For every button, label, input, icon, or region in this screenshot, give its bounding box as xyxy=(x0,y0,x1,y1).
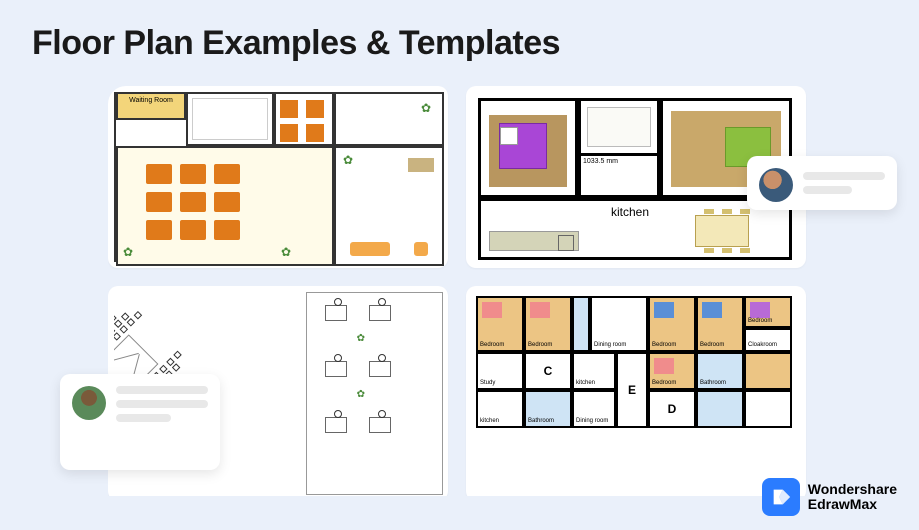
bathroom xyxy=(696,390,744,428)
unit-label: D xyxy=(648,390,696,428)
cloakroom: Cloakroom xyxy=(744,328,792,352)
placeholder-line xyxy=(803,172,885,180)
workstation-plan: ✿ ✿ xyxy=(306,292,444,495)
complex-plan: Bedroom Bedroom Dining room Bedroom Bedr… xyxy=(470,290,802,496)
waiting-room: Waiting Room xyxy=(116,92,186,120)
bedroom: Bedroom xyxy=(648,352,696,390)
room xyxy=(744,390,792,428)
office-hallway xyxy=(334,92,444,146)
kitchen: kitchen xyxy=(572,352,616,390)
plant-icon: ✿ xyxy=(357,389,365,400)
office-open-area xyxy=(116,146,334,266)
page-title: Floor Plan Examples & Templates xyxy=(32,24,560,63)
hallway: 1033.5 mm xyxy=(578,156,660,198)
plant-icon xyxy=(422,104,432,114)
kitchen-counter xyxy=(489,231,579,251)
placeholder-line xyxy=(116,400,208,408)
plant-icon xyxy=(124,248,134,258)
placeholder-line xyxy=(116,414,171,422)
bedroom: Bedroom xyxy=(524,296,572,352)
brand-logo: Wondershare EdrawMax xyxy=(762,478,897,516)
bedroom xyxy=(744,352,792,390)
bedroom: Bedroom xyxy=(648,296,696,352)
kitchen: kitchen xyxy=(476,390,524,428)
office-plan: Waiting Room xyxy=(114,92,442,262)
unit-label: E xyxy=(616,352,648,428)
office-room-cubicles xyxy=(274,92,334,146)
office-room-empty xyxy=(186,92,274,146)
unit-label: C xyxy=(524,352,572,390)
study: Study xyxy=(476,352,524,390)
user-card-bottom xyxy=(60,374,220,470)
plant-icon xyxy=(344,156,354,166)
bedroom: Bedroom xyxy=(696,296,744,352)
kitchen-label: kitchen xyxy=(611,205,649,219)
plant-icon: ✿ xyxy=(357,333,365,344)
brand-text: Wondershare EdrawMax xyxy=(808,482,897,513)
avatar xyxy=(759,168,793,202)
floorplan-complex-card[interactable]: Bedroom Bedroom Dining room Bedroom Bedr… xyxy=(466,286,806,496)
avatar xyxy=(72,386,106,420)
office-lounge xyxy=(334,146,444,266)
bedroom: Bedroom xyxy=(476,296,524,352)
bedroom: Bedroom xyxy=(744,296,792,328)
placeholder-line xyxy=(116,386,208,394)
bedroom-purple xyxy=(478,98,578,198)
floorplan-office-card[interactable]: Waiting Room xyxy=(108,86,448,268)
bathroom: Bathroom xyxy=(524,390,572,428)
kitchen-area: kitchen xyxy=(478,198,792,260)
plant-icon xyxy=(282,248,292,258)
dining-room: Dining room xyxy=(590,296,648,352)
dining-room: Dining room xyxy=(572,390,616,428)
bathroom xyxy=(578,98,660,156)
bathroom: Bathroom xyxy=(696,352,744,390)
placeholder-line xyxy=(803,186,852,194)
edrawmax-icon xyxy=(762,478,800,516)
user-card-top xyxy=(747,156,897,210)
bathroom xyxy=(572,296,590,352)
dining-table xyxy=(695,215,749,247)
